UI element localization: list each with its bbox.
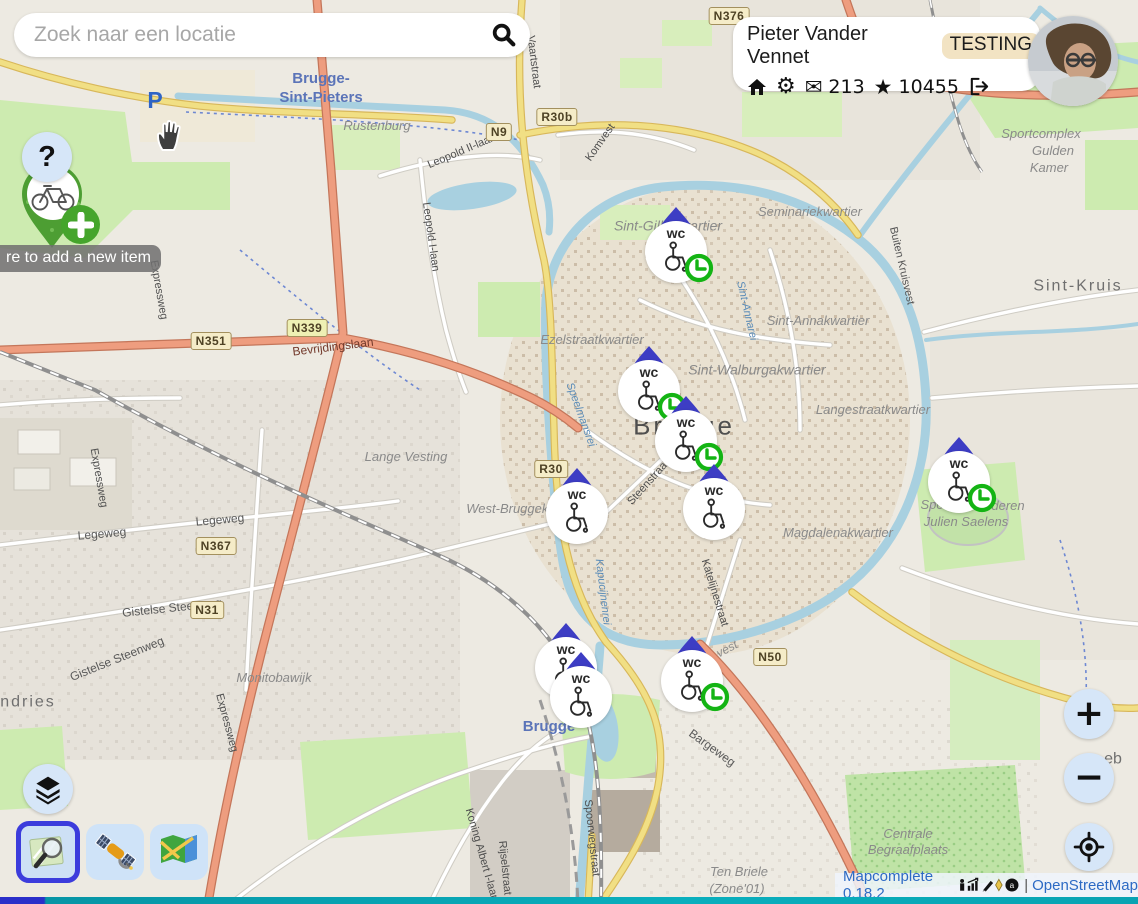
- user-panel: Pieter Vander Vennet TESTING ⚙ ✉ 213 ★ 1…: [733, 17, 1040, 91]
- wc-marker-label: wc: [705, 483, 724, 497]
- home-icon[interactable]: [747, 77, 767, 97]
- map-icon: [157, 830, 201, 874]
- wc-marker-circle: wc: [546, 482, 608, 544]
- wheelchair-icon: [699, 497, 729, 530]
- plus-icon: +: [1074, 696, 1104, 732]
- help-button[interactable]: ?: [22, 132, 72, 182]
- attribution-bar: Mapcomplete 0.18.2 a | OpenStreetMap: [835, 873, 1138, 897]
- satellite-icon: [93, 830, 137, 874]
- wc-marker-circle: wc: [550, 666, 612, 728]
- help-label: ?: [38, 141, 56, 174]
- messages-button[interactable]: ✉ 213: [805, 75, 865, 99]
- envelope-icon: ✉: [805, 75, 823, 99]
- wc-map-pin[interactable]: wc: [546, 482, 608, 544]
- wc-map-pin[interactable]: wc: [550, 666, 612, 728]
- zoom-out-button[interactable]: −: [1064, 753, 1114, 803]
- add-item-plus-button[interactable]: [61, 205, 100, 244]
- layers-button[interactable]: [23, 764, 73, 814]
- wc-map-pin[interactable]: wc: [928, 451, 990, 513]
- wc-map-pin[interactable]: wc: [645, 221, 707, 283]
- wc-map-pin[interactable]: wc: [683, 478, 745, 540]
- user-avatar[interactable]: [1028, 16, 1118, 106]
- svg-text:a: a: [1010, 881, 1015, 890]
- wc-marker-circle: wc: [683, 478, 745, 540]
- search-button[interactable]: [484, 15, 524, 55]
- basemap-map-button[interactable]: [150, 824, 208, 880]
- layers-icon: [31, 772, 65, 806]
- zoom-in-button[interactable]: +: [1064, 689, 1114, 739]
- user-name: Pieter Vander Vennet: [747, 23, 934, 69]
- wheelchair-icon: [562, 501, 592, 534]
- basemap-osm-button[interactable]: [16, 821, 80, 883]
- wc-marker-label: wc: [572, 671, 591, 685]
- minus-icon: −: [1074, 760, 1104, 796]
- opening-hours-clock-icon: [700, 682, 730, 712]
- stars-count: 10455: [899, 76, 959, 98]
- logout-icon[interactable]: [968, 76, 989, 97]
- wheelchair-icon: [566, 685, 596, 718]
- basemap-satellite-button[interactable]: [86, 824, 144, 880]
- wc-marker-label: wc: [568, 487, 587, 501]
- wc-marker-label: wc: [640, 365, 659, 379]
- openstreetmap-link[interactable]: OpenStreetMap: [1032, 877, 1138, 894]
- messages-count: 213: [828, 76, 864, 98]
- wc-marker-label: wc: [677, 415, 696, 429]
- map-markers: wc w: [0, 0, 1138, 904]
- opening-hours-clock-icon: [684, 253, 714, 283]
- testing-badge: TESTING: [942, 33, 1040, 59]
- stars-button[interactable]: ★ 10455: [874, 75, 959, 99]
- wc-marker-label: wc: [950, 456, 969, 470]
- search-bar: [14, 13, 530, 57]
- search-icon: [490, 20, 518, 50]
- mapcomplete-app: PBrugge-Sint-PietersRustenburgVaartstraa…: [0, 0, 1138, 904]
- osm-carto-icon: [26, 830, 70, 874]
- progress-strip: [0, 897, 1138, 904]
- gear-icon[interactable]: ⚙: [776, 74, 796, 99]
- wc-marker-label: wc: [683, 655, 702, 669]
- geolocate-button[interactable]: [1065, 823, 1113, 871]
- wc-map-pin[interactable]: wc: [661, 650, 723, 712]
- attribution-separator: |: [1024, 877, 1028, 894]
- tooltip-text: re to add a new item: [6, 249, 151, 267]
- plus-icon: [68, 212, 94, 238]
- add-item-tooltip: re to add a new item: [0, 245, 161, 272]
- search-input[interactable]: [32, 22, 484, 48]
- opening-hours-clock-icon: [967, 483, 997, 513]
- crosshair-icon: [1071, 829, 1107, 865]
- wc-marker-label: wc: [667, 226, 686, 240]
- star-icon: ★: [874, 75, 893, 99]
- attribution-icons: a: [958, 876, 1020, 894]
